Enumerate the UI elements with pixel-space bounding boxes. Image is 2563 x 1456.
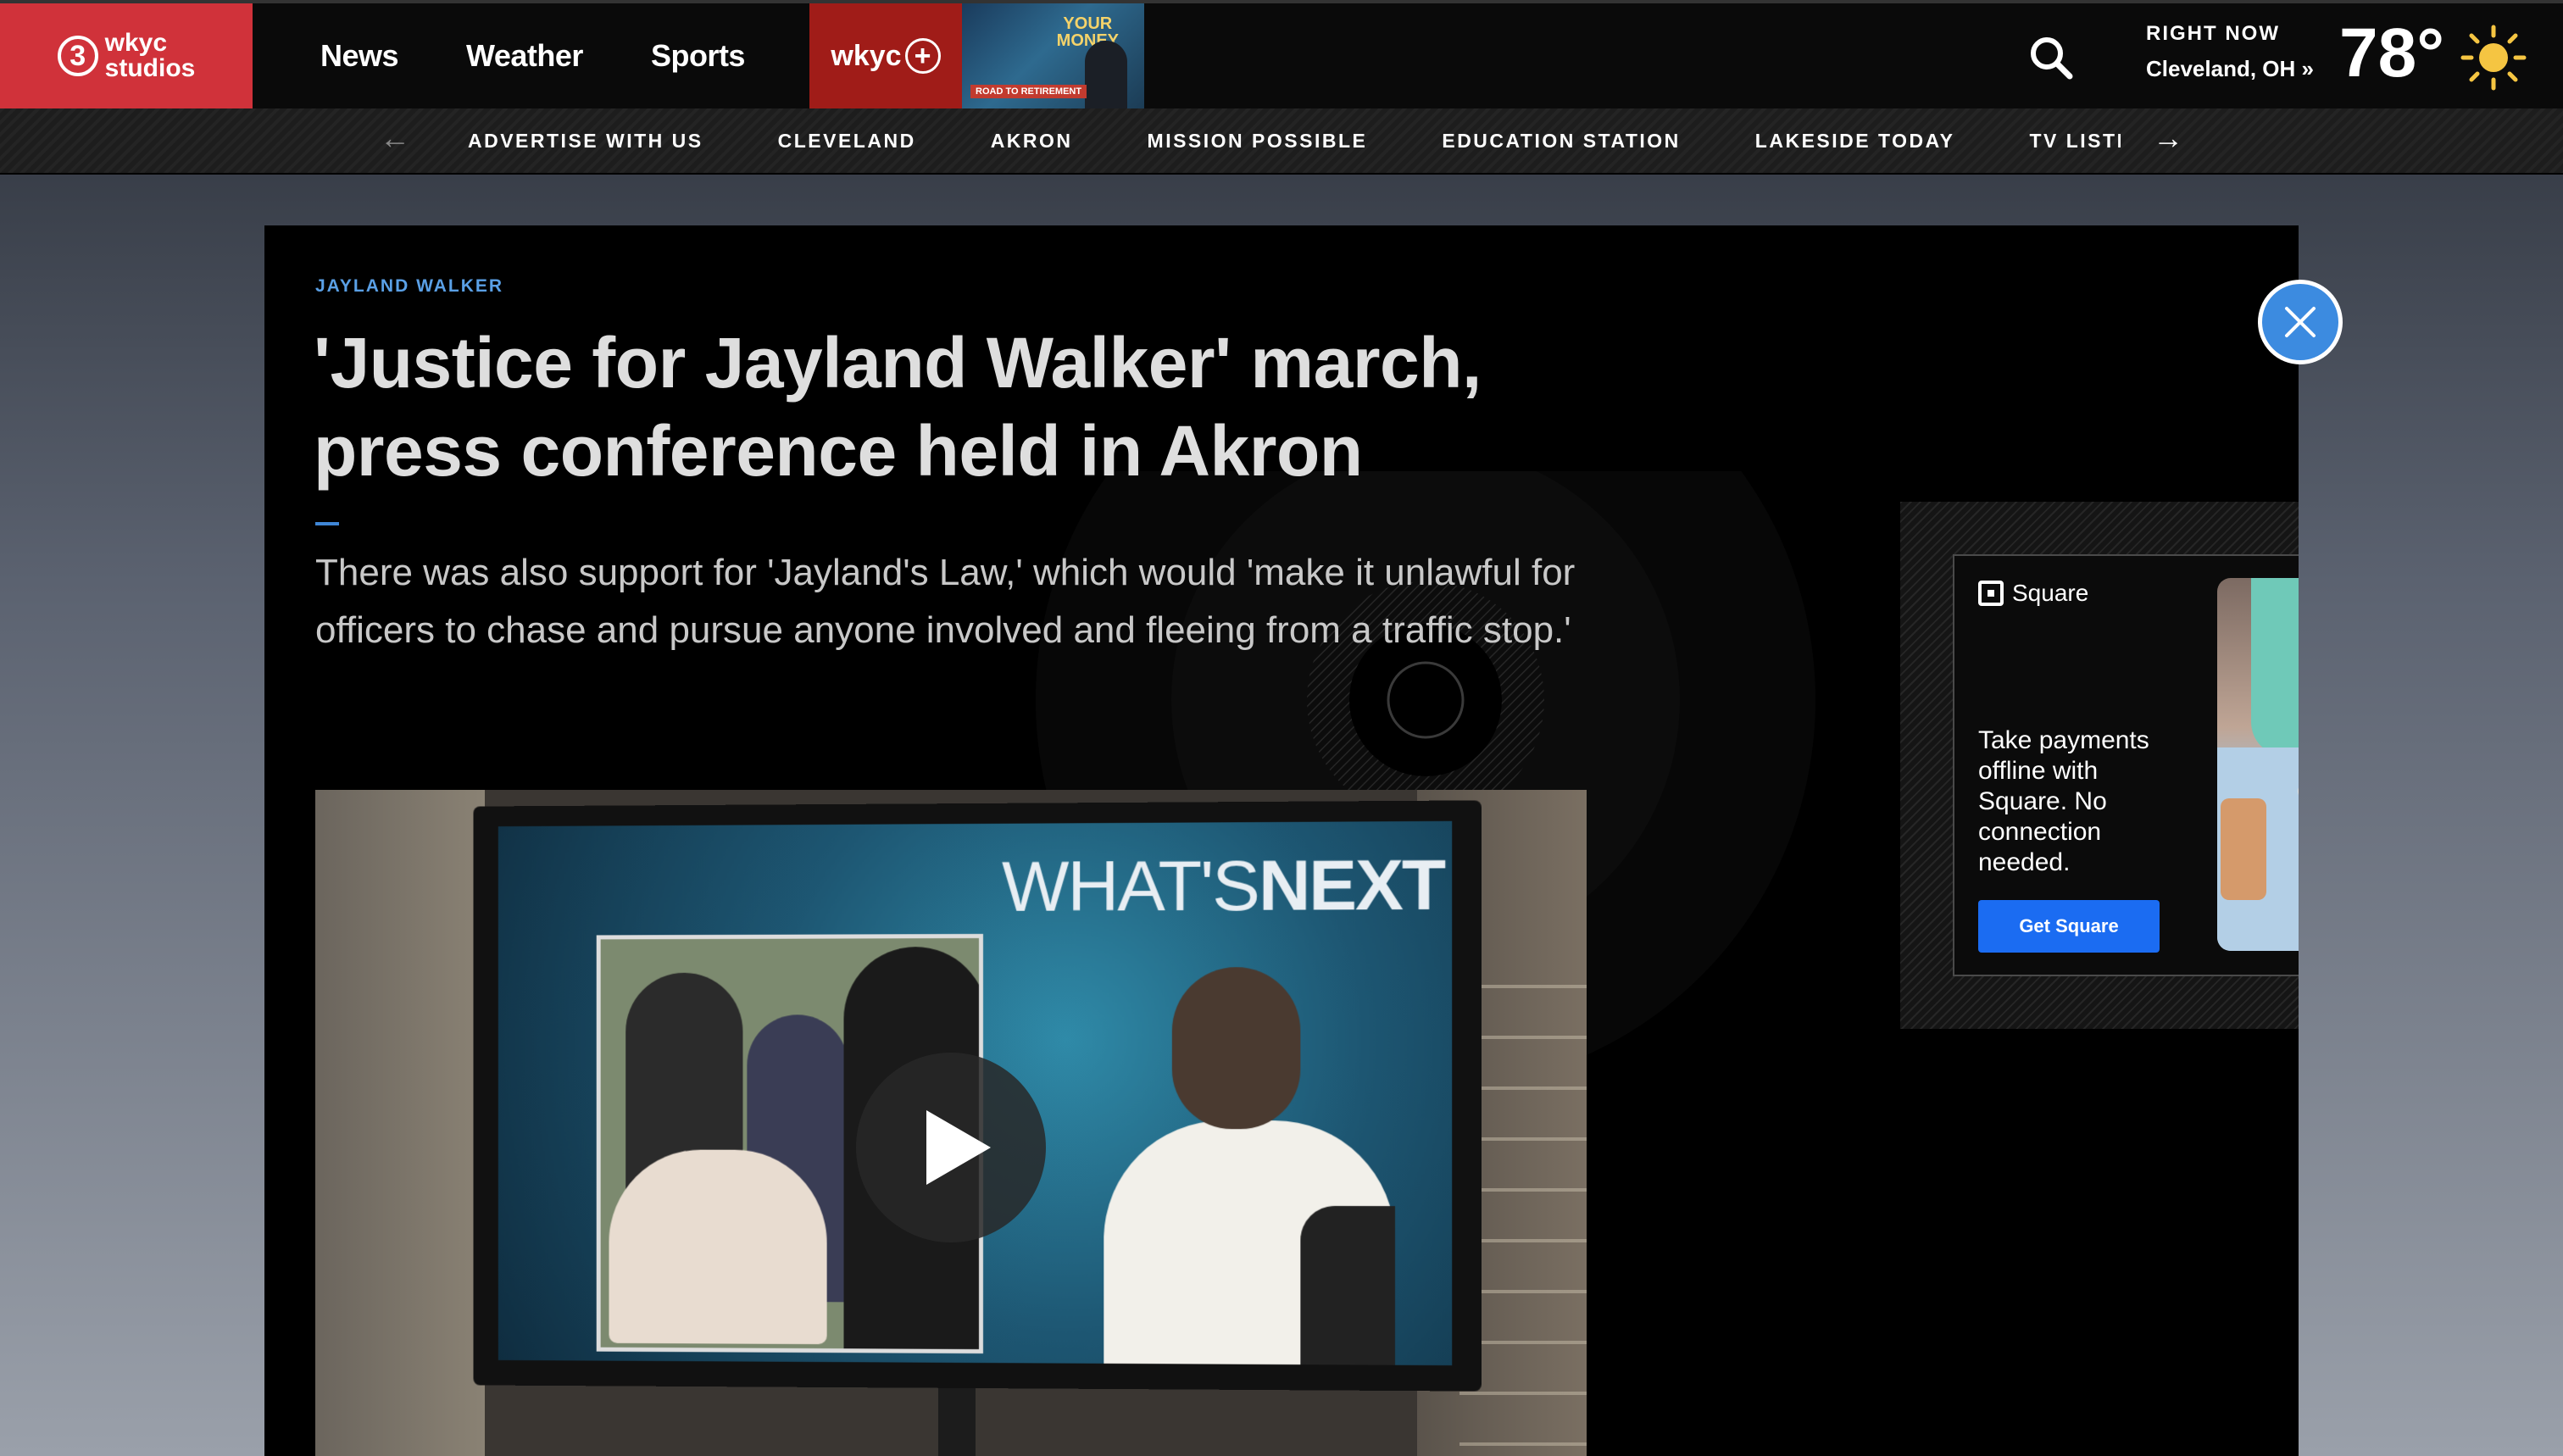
play-button[interactable] xyxy=(856,1053,1046,1242)
primary-nav: News Weather Sports xyxy=(320,3,813,108)
article-kicker[interactable]: JAYLAND WALKER xyxy=(315,276,503,297)
article-dek: There was also support for 'Jayland's La… xyxy=(315,544,1604,659)
subnav-item-cleveland[interactable]: CLEVELAND xyxy=(778,130,916,153)
get-square-button[interactable]: Get Square xyxy=(1978,900,2160,953)
square-ad[interactable]: Square Take payments offline with Square… xyxy=(1953,554,2299,976)
search-button[interactable] xyxy=(2027,34,2075,81)
promo-thumbnail[interactable]: YOUR MONEY ROAD TO RETIREMENT xyxy=(962,3,1144,108)
plus-icon: + xyxy=(905,38,941,74)
subnav-item-lakeside-today[interactable]: LAKESIDE TODAY xyxy=(1755,130,1955,153)
site-logo[interactable]: 3 wkyc studios xyxy=(0,3,253,108)
weather-widget[interactable]: RIGHT NOW Cleveland, OH » xyxy=(2146,22,2314,82)
promo-person-image xyxy=(1085,41,1127,108)
close-ad-button[interactable] xyxy=(2258,280,2343,364)
secondary-nav-list: ADVERTISE WITH US CLEVELAND AKRON MISSIO… xyxy=(468,108,2121,173)
promo-title-line1: YOUR xyxy=(1057,15,1119,32)
weather-location[interactable]: Cleveland, OH » xyxy=(2146,56,2314,82)
logo-line2: studios xyxy=(105,56,196,81)
logo-line1: wkyc xyxy=(105,31,196,56)
article-headline: 'Justice for Jayland Walker' march, pres… xyxy=(314,319,1568,495)
nav-news[interactable]: News xyxy=(320,38,398,74)
ad-image xyxy=(2217,578,2299,951)
site-header: 3 wkyc studios News Weather Sports wkyc … xyxy=(0,0,2563,108)
play-icon xyxy=(926,1110,991,1185)
secondary-nav: ← ADVERTISE WITH US CLEVELAND AKRON MISS… xyxy=(0,108,2563,175)
arrow-right-icon[interactable]: → xyxy=(2153,120,2183,156)
video-player[interactable]: WHAT'SNEXT xyxy=(315,790,1587,1456)
subnav-item-advertise[interactable]: ADVERTISE WITH US xyxy=(468,130,703,153)
promo-subtitle: ROAD TO RETIREMENT xyxy=(970,85,1087,98)
subnav-item-education-station[interactable]: EDUCATION STATION xyxy=(1442,130,1680,153)
nav-sports[interactable]: Sports xyxy=(651,38,745,74)
ad-brand: Square xyxy=(2012,580,2088,607)
subnav-item-akron[interactable]: AKRON xyxy=(991,130,1073,153)
screen-heading: WHAT'SNEXT xyxy=(1002,843,1444,928)
sun-icon xyxy=(2460,24,2527,92)
arrow-left-icon[interactable]: ← xyxy=(380,120,410,156)
article-panel: JAYLAND WALKER 'Justice for Jayland Walk… xyxy=(264,225,2299,1456)
wkyc-plus-link[interactable]: wkyc + xyxy=(809,3,962,108)
square-logo-icon xyxy=(1978,581,2004,606)
close-icon xyxy=(2282,303,2319,341)
subnav-item-mission-possible[interactable]: MISSION POSSIBLE xyxy=(1148,130,1368,153)
logo-number: 3 xyxy=(58,36,98,76)
weather-temperature[interactable]: 78° xyxy=(2339,15,2444,92)
portrait-image xyxy=(1087,949,1412,1365)
search-icon xyxy=(2027,34,2075,81)
headline-divider xyxy=(315,522,339,525)
nav-weather[interactable]: Weather xyxy=(466,38,583,74)
ad-copy: Take payments offline with Square. No co… xyxy=(1978,725,2190,878)
weather-right-now: RIGHT NOW xyxy=(2146,22,2314,46)
subnav-item-tv-listings[interactable]: TV LISTINGS xyxy=(2029,130,2121,153)
wkyc-plus-label: wkyc xyxy=(831,40,901,73)
ad-container: Square Take payments offline with Square… xyxy=(1900,502,2299,1029)
